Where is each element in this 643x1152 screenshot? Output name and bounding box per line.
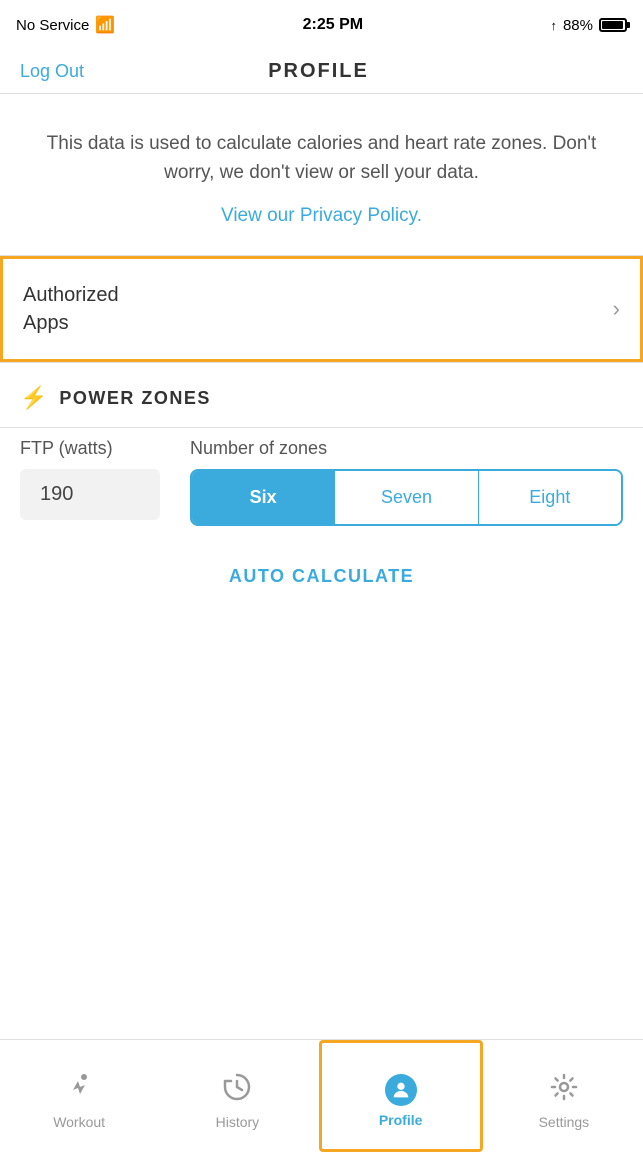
bolt-icon: ⚡ [20, 385, 47, 411]
zones-button-group: Six Seven Eight [190, 469, 623, 526]
zone-six-button[interactable]: Six [192, 471, 335, 524]
location-icon: ↑ [550, 18, 557, 33]
status-right: ↑ 88% [550, 17, 627, 34]
main-content: This data is used to calculate calories … [0, 94, 643, 727]
ftp-zones-row: FTP (watts) Number of zones Six Seven Ei… [0, 428, 643, 546]
tab-workout[interactable]: Workout [0, 1040, 158, 1152]
ftp-input[interactable] [20, 469, 160, 520]
wifi-icon: 📶 [95, 15, 115, 35]
info-text: This data is used to calculate calories … [40, 130, 603, 187]
status-time: 2:25 PM [303, 16, 363, 34]
tab-history-label: History [216, 1114, 260, 1130]
tab-history[interactable]: History [158, 1040, 316, 1152]
power-zones-title: POWER ZONES [59, 388, 211, 409]
zones-section: Number of zones Six Seven Eight [190, 438, 623, 526]
ftp-label: FTP (watts) [20, 438, 160, 459]
carrier-text: No Service [16, 17, 89, 34]
tab-workout-label: Workout [53, 1114, 105, 1130]
logout-button[interactable]: Log Out [20, 61, 84, 82]
tab-profile-label: Profile [379, 1112, 423, 1128]
workout-icon [64, 1072, 94, 1108]
page-title: PROFILE [268, 60, 369, 83]
ftp-section: FTP (watts) [20, 438, 160, 520]
nav-bar: Log Out PROFILE [0, 50, 643, 94]
settings-icon [549, 1072, 579, 1108]
privacy-policy-link[interactable]: View our Privacy Policy. [221, 205, 422, 226]
zones-label: Number of zones [190, 438, 623, 459]
profile-icon [385, 1074, 417, 1106]
tab-bar: Workout History Profile [0, 1039, 643, 1152]
info-section: This data is used to calculate calories … [0, 94, 643, 255]
zone-eight-button[interactable]: Eight [479, 471, 621, 524]
battery-text: 88% [563, 17, 593, 34]
battery-icon [599, 18, 627, 32]
authorized-apps-row[interactable]: AuthorizedApps › [0, 256, 643, 362]
tab-settings[interactable]: Settings [485, 1040, 643, 1152]
status-bar: No Service 📶 2:25 PM ↑ 88% [0, 0, 643, 50]
tab-profile[interactable]: Profile [319, 1040, 483, 1152]
authorized-apps-label: AuthorizedApps [23, 281, 119, 337]
history-icon [222, 1072, 252, 1108]
power-zones-header: ⚡ POWER ZONES [0, 363, 643, 427]
status-left: No Service 📶 [16, 15, 115, 35]
zone-seven-button[interactable]: Seven [335, 471, 478, 524]
auto-calculate-button[interactable]: AUTO CALCULATE [0, 546, 643, 607]
tab-settings-label: Settings [539, 1114, 590, 1130]
chevron-right-icon: › [613, 296, 620, 322]
